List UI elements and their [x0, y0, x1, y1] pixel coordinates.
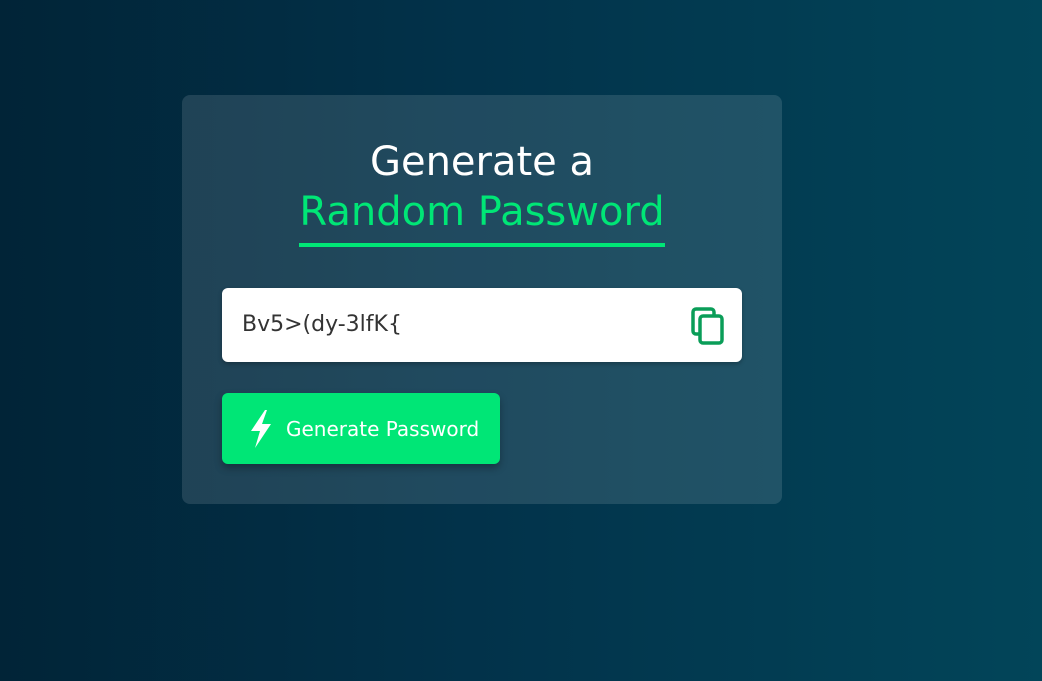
title-line-2: Random Password — [299, 189, 665, 247]
generate-password-label: Generate Password — [286, 416, 480, 441]
generate-password-button[interactable]: Generate Password — [222, 393, 500, 464]
title-line-1: Generate a — [369, 139, 595, 185]
copy-button[interactable] — [690, 307, 726, 345]
lightning-bolt-icon — [251, 409, 271, 448]
title-line-2-wrapper: Random Password — [182, 189, 782, 247]
password-field[interactable] — [242, 288, 662, 362]
password-display — [222, 288, 742, 362]
copy-icon — [691, 307, 724, 345]
password-generator-card: Generate a Random Password Generate Pass… — [182, 95, 782, 504]
